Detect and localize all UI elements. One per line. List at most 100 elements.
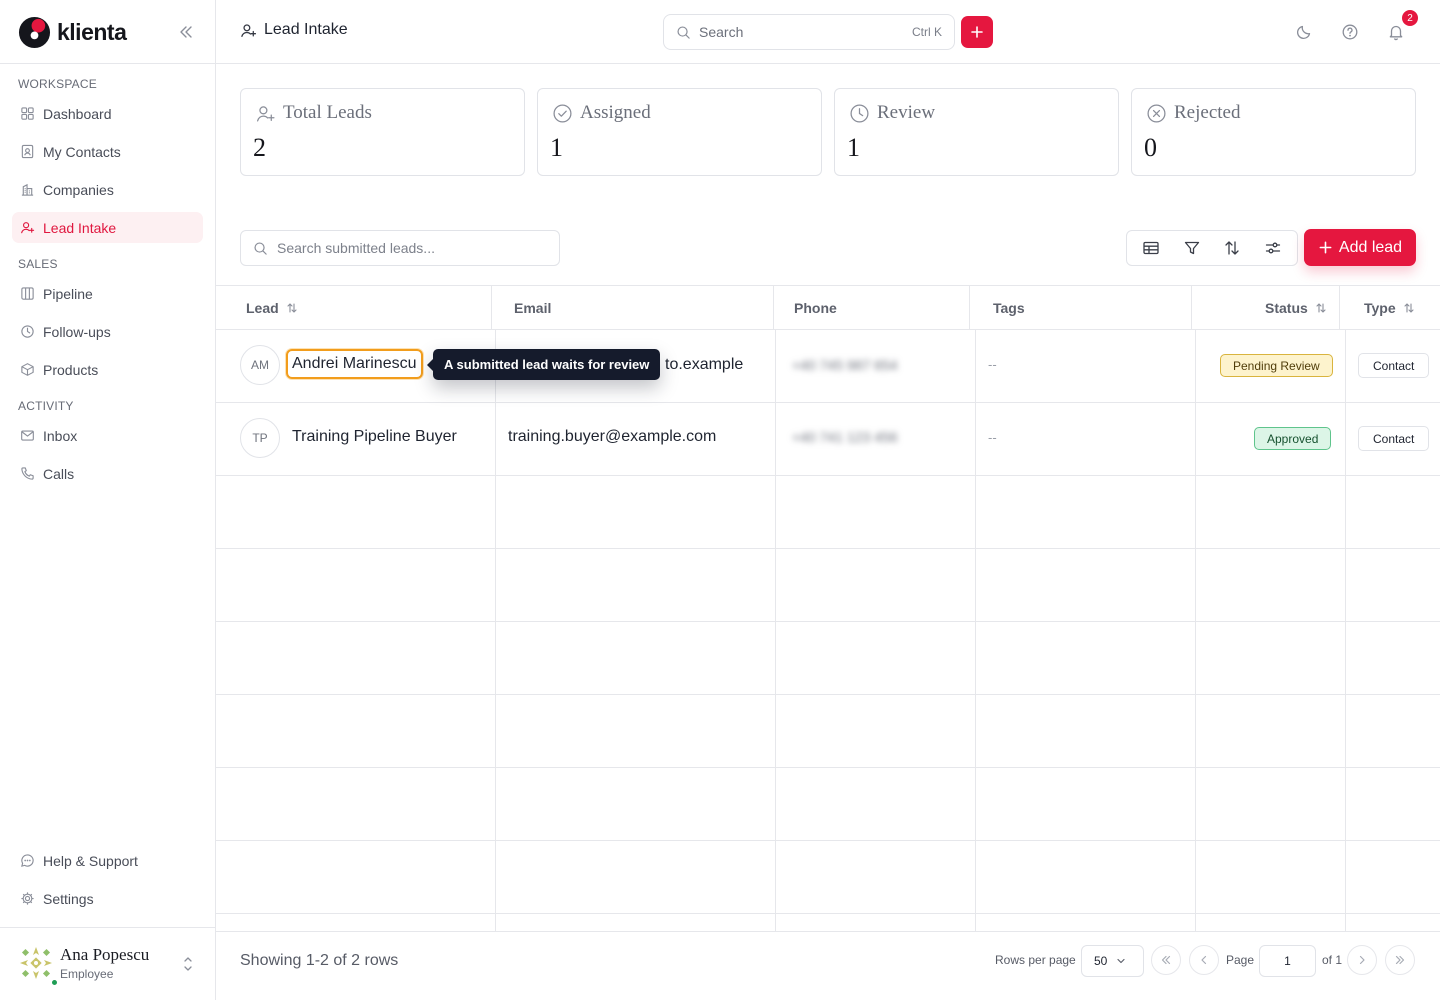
sidebar-item-follow-ups[interactable]: Follow-ups — [12, 316, 203, 347]
column-header-label: Tags — [993, 300, 1025, 316]
chevron-down-icon — [1117, 958, 1125, 964]
sidebar-item-help-support[interactable]: Help & Support — [12, 845, 203, 876]
search-icon — [677, 25, 690, 39]
lead-search-input[interactable] — [277, 240, 547, 256]
chevron-right-icon — [1359, 955, 1365, 965]
column-divider — [1191, 286, 1192, 329]
sidebar-item-products[interactable]: Products — [12, 354, 203, 385]
lead-email: training.buyer@example.com — [508, 428, 717, 445]
global-search[interactable]: Ctrl K — [663, 14, 955, 50]
column-header-email[interactable]: Email — [514, 300, 551, 316]
sidebar-item-label: My Contacts — [43, 143, 121, 160]
moon-icon[interactable] — [1295, 23, 1313, 41]
sort-icon — [1316, 303, 1326, 313]
notification-count-badge: 2 — [1402, 10, 1418, 26]
chevrons-left-icon — [1161, 955, 1171, 965]
column-header-status[interactable]: Status — [1265, 300, 1327, 316]
column-header-lead[interactable]: Lead — [246, 300, 298, 316]
user-role: Employee — [60, 967, 114, 981]
table-row[interactable]: AM Andrei Marinescu to.example +40 745 9… — [216, 330, 1440, 402]
gear-icon — [21, 892, 34, 905]
stat-card-assigned: Assigned 1 — [537, 88, 822, 176]
sidebar-item-my-contacts[interactable]: My Contacts — [12, 136, 203, 167]
mail-icon — [21, 430, 34, 441]
adjust-columns-button[interactable] — [1258, 233, 1288, 263]
sidebar-item-label: Pipeline — [43, 285, 93, 302]
chevrons-up-down-icon[interactable] — [182, 955, 194, 973]
next-page-button[interactable] — [1347, 945, 1377, 975]
page-total-label: of 1 — [1322, 953, 1343, 967]
rows-per-page-label: Rows per page — [995, 953, 1076, 967]
collapse-sidebar-icon[interactable] — [177, 23, 195, 41]
column-header-type[interactable]: Type — [1364, 300, 1415, 316]
column-divider — [1339, 286, 1340, 329]
stat-card-total-leads: Total Leads 2 — [240, 88, 525, 176]
rows-per-page-select[interactable]: 50 — [1081, 945, 1144, 977]
quick-add-button[interactable] — [961, 16, 993, 48]
sort-icon — [1404, 303, 1414, 313]
stat-label: Assigned — [580, 102, 651, 123]
bell-icon[interactable] — [1387, 23, 1405, 41]
sidebar-item-label: Help & Support — [43, 852, 138, 869]
leads-table: Lead Email Phone Tags Status Type AM And… — [216, 285, 1440, 931]
x-circle-icon — [1147, 103, 1166, 123]
row-divider — [216, 621, 1440, 622]
stat-card-rejected: Rejected 0 — [1131, 88, 1416, 176]
sidebar-item-calls[interactable]: Calls — [12, 458, 203, 489]
lead-tags: -- — [988, 430, 997, 445]
row-divider — [216, 767, 1440, 768]
table-view-button[interactable] — [1136, 233, 1166, 263]
sidebar-item-pipeline[interactable]: Pipeline — [12, 278, 203, 309]
section-label-workspace: WORKSPACE — [18, 77, 97, 91]
last-page-button[interactable] — [1385, 945, 1415, 975]
chevron-left-icon — [1201, 955, 1207, 965]
sidebar-item-settings[interactable]: Settings — [12, 883, 203, 914]
building-icon — [21, 183, 34, 196]
sort-button[interactable] — [1217, 233, 1247, 263]
add-lead-button[interactable]: Add lead — [1304, 229, 1416, 266]
sidebar-item-dashboard[interactable]: Dashboard — [12, 98, 203, 129]
lead-name-link[interactable]: Training Pipeline Buyer — [292, 428, 457, 446]
column-header-label: Lead — [246, 300, 279, 316]
klienta-logo-icon — [18, 16, 51, 48]
page-number-input[interactable] — [1259, 945, 1316, 977]
column-divider — [491, 286, 492, 329]
plus-icon — [971, 26, 983, 38]
brand[interactable]: klienta — [18, 15, 127, 49]
column-divider — [969, 286, 970, 329]
grid-icon — [21, 107, 34, 120]
help-icon[interactable] — [1341, 23, 1359, 41]
column-header-tags[interactable]: Tags — [993, 300, 1025, 316]
user-plus-icon — [21, 222, 35, 234]
table-row[interactable]: TP Training Pipeline Buyer training.buye… — [216, 403, 1440, 475]
sidebar-item-label: Companies — [43, 181, 114, 198]
lead-name-link[interactable]: Andrei Marinescu — [286, 349, 423, 379]
user-plus-icon — [256, 105, 275, 121]
column-divider — [773, 286, 774, 329]
sidebar-item-label: Dashboard — [43, 105, 112, 122]
sidebar-item-label: Products — [43, 361, 99, 378]
filter-button[interactable] — [1177, 233, 1207, 263]
sidebar-item-companies[interactable]: Companies — [12, 174, 203, 205]
lead-phone: +40 741 123 456 — [792, 429, 898, 445]
global-search-input[interactable] — [699, 24, 904, 40]
sidebar-item-lead-intake[interactable]: Lead Intake — [12, 212, 203, 243]
column-header-phone[interactable]: Phone — [794, 300, 837, 316]
sidebar-item-label: Settings — [43, 890, 94, 907]
sidebar-item-label: Inbox — [43, 427, 78, 444]
chevrons-right-icon — [1395, 955, 1405, 965]
user-menu[interactable]: Ana Popescu Employee — [0, 928, 215, 1000]
sidebar-item-label: Follow-ups — [43, 323, 111, 340]
add-lead-label: Add lead — [1338, 238, 1403, 256]
lead-search[interactable] — [240, 230, 560, 266]
online-status-indicator — [51, 979, 58, 986]
stat-label: Total Leads — [283, 102, 372, 123]
status-badge: Pending Review — [1220, 354, 1333, 377]
box-icon — [21, 363, 34, 376]
first-page-button[interactable] — [1151, 945, 1181, 975]
sidebar-item-inbox[interactable]: Inbox — [12, 420, 203, 451]
row-divider — [216, 913, 1440, 914]
previous-page-button[interactable] — [1189, 945, 1219, 975]
table-footer: Showing 1-2 of 2 rows Rows per page 50 P… — [216, 931, 1440, 1000]
stat-label: Review — [877, 102, 936, 123]
